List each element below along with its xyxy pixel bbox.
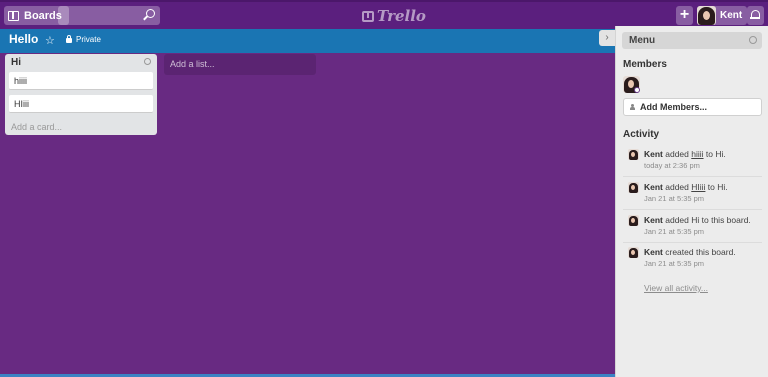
trello-logo-icon — [362, 10, 374, 22]
boards-icon — [8, 10, 19, 21]
avatar[interactable] — [628, 215, 639, 226]
add-button[interactable]: + — [676, 6, 693, 25]
avatar — [697, 6, 716, 25]
activity-pre: added Hi to this board. — [662, 215, 751, 225]
activity-user[interactable]: Kent — [644, 247, 663, 257]
search-icon[interactable] — [146, 9, 155, 18]
activity-user[interactable]: Kent — [644, 215, 663, 225]
boards-label: Boards — [24, 9, 62, 22]
add-list-input[interactable]: Add a list... — [164, 54, 316, 75]
activity-time[interactable]: Jan 21 at 5:35 pm — [644, 194, 704, 203]
activity-pre: added — [662, 149, 692, 159]
add-members-label: Add Members... — [640, 102, 708, 112]
list: Hi hiiii HIiii Add a card... — [5, 54, 157, 135]
close-icon[interactable] — [749, 36, 757, 44]
user-menu-button[interactable]: Kent — [697, 6, 748, 25]
activity-post: to Hi. — [703, 149, 726, 159]
divider — [623, 209, 762, 210]
activity-time[interactable]: Jan 21 at 5:35 pm — [644, 259, 704, 268]
members-title: Members — [623, 59, 667, 70]
divider — [623, 242, 762, 243]
activity-text: Kent added HIiii to Hi. — [644, 182, 728, 192]
trello-logo[interactable]: Trello — [362, 7, 426, 25]
star-icon[interactable]: ☆ — [45, 34, 55, 47]
activity-pre: created this board. — [662, 247, 736, 257]
user-name: Kent — [720, 10, 743, 21]
board-title[interactable]: Hello — [9, 32, 38, 46]
visibility-button[interactable]: Private — [66, 35, 101, 44]
lock-icon — [66, 35, 72, 43]
avatar[interactable] — [628, 182, 639, 193]
activity-text: Kent created this board. — [644, 247, 736, 257]
top-header: Boards Trello + Kent — [0, 0, 768, 29]
admin-badge-icon — [634, 87, 640, 93]
logo-text: Trello — [377, 7, 426, 25]
search-input[interactable] — [58, 6, 160, 25]
card[interactable]: hiiii — [9, 72, 153, 90]
activity-card-link[interactable]: HIiii — [691, 182, 705, 192]
list-menu-icon[interactable] — [144, 58, 151, 65]
activity-time[interactable]: Jan 21 at 5:35 pm — [644, 227, 704, 236]
avatar[interactable] — [628, 149, 639, 160]
menu-label: Menu — [629, 35, 656, 46]
list-title[interactable]: Hi — [11, 57, 21, 68]
sidebar-toggle-button[interactable]: › — [599, 30, 615, 46]
add-card-link[interactable]: Add a card... — [11, 122, 62, 132]
activity-user[interactable]: Kent — [644, 182, 663, 192]
divider — [623, 176, 762, 177]
avatar[interactable] — [628, 247, 639, 258]
add-members-button[interactable]: Add Members... — [623, 98, 762, 116]
notifications-button[interactable] — [747, 6, 764, 25]
board-sidebar: Menu Members Add Members... Activity Ken… — [615, 26, 768, 377]
activity-text: Kent added Hi to this board. — [644, 215, 751, 225]
activity-text: Kent added hiiii to Hi. — [644, 149, 726, 159]
visibility-label: Private — [76, 35, 101, 44]
menu-header: Menu — [622, 32, 762, 49]
activity-title: Activity — [623, 129, 660, 140]
board-header: Hello ☆ Private — [0, 29, 615, 53]
person-icon — [630, 104, 635, 110]
activity-card-link[interactable]: hiiii — [691, 149, 703, 159]
activity-post: to Hi. — [705, 182, 728, 192]
bell-icon — [750, 10, 760, 19]
view-all-activity-link[interactable]: View all activity... — [644, 283, 708, 293]
activity-user[interactable]: Kent — [644, 149, 663, 159]
activity-pre: added — [662, 182, 692, 192]
card[interactable]: HIiii — [9, 95, 153, 113]
activity-time[interactable]: today at 2:36 pm — [644, 161, 700, 170]
